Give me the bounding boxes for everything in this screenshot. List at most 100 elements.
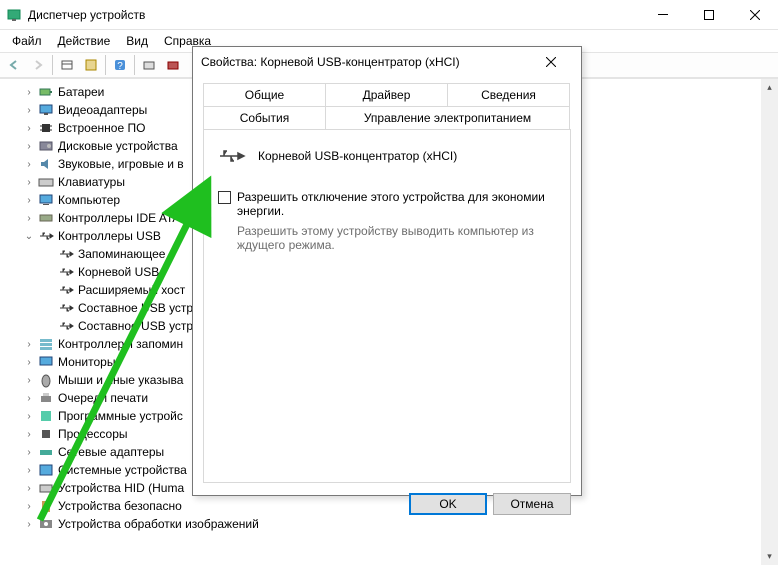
device-category-icon xyxy=(38,102,54,118)
dialog-button-row: OK Отмена xyxy=(193,493,581,525)
tree-node-label: Устройства HID (Huma xyxy=(58,481,184,495)
expand-chevron-icon[interactable]: › xyxy=(22,159,36,170)
tree-node-label: Контроллеры запомин xyxy=(58,337,183,351)
expand-chevron-icon[interactable]: › xyxy=(22,483,36,494)
expand-chevron-icon[interactable]: › xyxy=(22,195,36,206)
help-button[interactable]: ? xyxy=(109,54,131,76)
tab-details[interactable]: Сведения xyxy=(447,83,570,106)
device-category-icon xyxy=(38,462,54,478)
device-category-icon xyxy=(38,372,54,388)
checkbox-allow-turn-off[interactable] xyxy=(218,191,231,204)
device-header: Корневой USB-концентратор (xHCI) xyxy=(218,146,556,166)
device-category-icon xyxy=(38,120,54,136)
tree-node-label: Сетевые адаптеры xyxy=(58,445,164,459)
usb-device-icon xyxy=(58,246,74,262)
device-category-icon xyxy=(38,498,54,514)
expand-chevron-icon[interactable]: › xyxy=(22,447,36,458)
tree-node-label: Мыши и иные указыва xyxy=(58,373,183,387)
expand-chevron-icon[interactable]: › xyxy=(22,141,36,152)
vertical-scrollbar[interactable]: ▴ ▾ xyxy=(761,79,778,565)
tab-page-power: Корневой USB-концентратор (xHCI) Разреши… xyxy=(203,129,571,483)
tree-node-label: Мониторы xyxy=(58,355,115,369)
expand-chevron-icon[interactable]: › xyxy=(22,357,36,368)
usb-device-icon xyxy=(58,300,74,316)
tab-general[interactable]: Общие xyxy=(203,83,326,106)
menu-action[interactable]: Действие xyxy=(50,32,119,50)
expand-chevron-icon[interactable]: › xyxy=(22,87,36,98)
tab-driver[interactable]: Драйвер xyxy=(325,83,448,106)
minimize-button[interactable] xyxy=(640,0,686,30)
tree-node-label: Встроенное ПО xyxy=(58,121,145,135)
tree-node-label: Составное USB устр xyxy=(78,301,193,315)
expand-chevron-icon[interactable]: › xyxy=(22,429,36,440)
tree-node-label: Компьютер xyxy=(58,193,120,207)
cancel-button[interactable]: Отмена xyxy=(493,493,571,515)
properties-dialog: Свойства: Корневой USB-концентратор (xHC… xyxy=(192,46,582,496)
close-button[interactable] xyxy=(732,0,778,30)
tree-node-label: Системные устройства xyxy=(58,463,187,477)
tree-node-label: Устройства безопасно xyxy=(58,499,182,513)
device-category-icon xyxy=(38,480,54,496)
device-category-icon xyxy=(38,84,54,100)
window-titlebar: Диспетчер устройств xyxy=(0,0,778,30)
device-category-icon xyxy=(38,228,54,244)
device-category-icon xyxy=(38,156,54,172)
dialog-titlebar: Свойства: Корневой USB-концентратор (xHC… xyxy=(193,47,581,77)
expand-chevron-icon[interactable]: › xyxy=(22,123,36,134)
tree-node-label: Дисковые устройства xyxy=(58,139,178,153)
tree-node-label: Корневой USB- xyxy=(78,265,163,279)
expand-chevron-icon[interactable]: › xyxy=(22,375,36,386)
svg-text:?: ? xyxy=(117,61,123,72)
tree-node-label: Запоминающее xyxy=(78,247,165,261)
device-category-icon xyxy=(38,426,54,442)
device-category-icon xyxy=(38,516,54,532)
scroll-down-button[interactable]: ▾ xyxy=(761,548,778,565)
device-category-icon xyxy=(38,390,54,406)
device-category-icon xyxy=(38,210,54,226)
device-category-icon xyxy=(38,444,54,460)
tree-node-label: Очереди печати xyxy=(58,391,148,405)
forward-button[interactable] xyxy=(27,54,49,76)
device-category-icon xyxy=(38,138,54,154)
device-category-icon xyxy=(38,192,54,208)
expand-chevron-icon[interactable]: › xyxy=(22,519,36,530)
usb-device-icon xyxy=(218,146,246,166)
expand-chevron-icon[interactable]: › xyxy=(22,213,36,224)
window-title: Диспетчер устройств xyxy=(28,8,640,22)
maximize-button[interactable] xyxy=(686,0,732,30)
app-icon xyxy=(6,7,22,23)
tree-node-label: Видеоадаптеры xyxy=(58,103,147,117)
device-category-icon xyxy=(38,174,54,190)
scroll-up-button[interactable]: ▴ xyxy=(761,79,778,96)
checkbox-allow-wake-label: Разрешить этому устройству выводить комп… xyxy=(237,224,556,252)
show-hidden-button[interactable] xyxy=(56,54,78,76)
menu-file[interactable]: Файл xyxy=(4,32,50,50)
back-button[interactable] xyxy=(3,54,25,76)
expand-chevron-icon[interactable]: ⌄ xyxy=(22,231,36,242)
uninstall-button[interactable] xyxy=(162,54,184,76)
usb-device-icon xyxy=(58,282,74,298)
expand-chevron-icon[interactable]: › xyxy=(22,105,36,116)
tree-node-label: Процессоры xyxy=(58,427,128,441)
tree-node-label: Звуковые, игровые и в xyxy=(58,157,184,171)
tree-node-label: Клавиатуры xyxy=(58,175,125,189)
usb-device-icon xyxy=(58,264,74,280)
expand-chevron-icon[interactable]: › xyxy=(22,177,36,188)
expand-chevron-icon[interactable]: › xyxy=(22,411,36,422)
tab-events[interactable]: События xyxy=(203,106,326,129)
dialog-close-button[interactable] xyxy=(529,47,573,77)
tree-node-label: Батареи xyxy=(58,85,104,99)
expand-chevron-icon[interactable]: › xyxy=(22,339,36,350)
expand-chevron-icon[interactable]: › xyxy=(22,393,36,404)
scan-hardware-button[interactable] xyxy=(138,54,160,76)
expand-chevron-icon[interactable]: › xyxy=(22,465,36,476)
tab-strip: Общие Драйвер Сведения События Управлени… xyxy=(203,83,571,129)
tree-node-label: Программные устройс xyxy=(58,409,183,423)
scroll-track[interactable] xyxy=(761,96,778,548)
expand-chevron-icon[interactable]: › xyxy=(22,501,36,512)
menu-view[interactable]: Вид xyxy=(118,32,156,50)
checkbox-allow-turn-off-label: Разрешить отключение этого устройства дл… xyxy=(237,190,556,218)
ok-button[interactable]: OK xyxy=(409,493,487,515)
tab-power-active[interactable]: Управление электропитанием xyxy=(325,106,570,129)
properties-button[interactable] xyxy=(80,54,102,76)
